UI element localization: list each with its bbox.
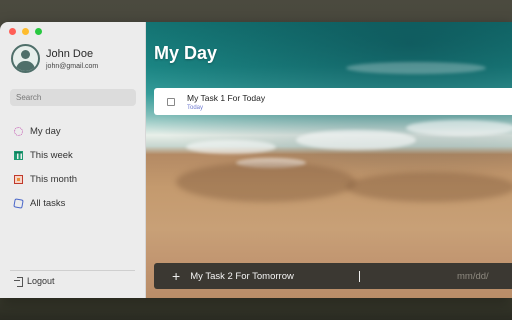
maximize-window-button[interactable] <box>35 28 42 35</box>
calendar-grid-icon <box>14 150 23 160</box>
sidebar-item-label: My day <box>30 125 61 137</box>
sidebar-item-label: This month <box>30 173 77 185</box>
due-date-input[interactable] <box>457 270 512 282</box>
sidebar-item-label: This week <box>30 149 73 161</box>
user-email: john@gmail.com <box>46 62 99 70</box>
tasks-icon <box>13 197 24 209</box>
task-complete-checkbox[interactable] <box>167 97 175 106</box>
minimize-window-button[interactable] <box>22 28 29 35</box>
close-window-button[interactable] <box>9 28 16 35</box>
sidebar-item-label: All tasks <box>30 197 66 209</box>
search-input[interactable] <box>10 89 136 106</box>
background-image <box>186 140 276 154</box>
sun-icon <box>14 126 23 136</box>
sidebar-item-this-month[interactable]: This month <box>14 167 77 191</box>
sidebar: John Doe john@gmail.com My day This week… <box>0 22 146 298</box>
user-avatar-icon <box>11 44 40 73</box>
calendar-month-icon <box>14 174 23 184</box>
task-item[interactable]: My Task 1 For Today Today <box>154 88 512 115</box>
sidebar-item-this-week[interactable]: This week <box>14 143 77 167</box>
new-task-input[interactable] <box>190 270 361 282</box>
logout-icon <box>14 277 23 287</box>
logout-button[interactable]: Logout <box>14 276 55 287</box>
main-pane: My Day My Task 1 For Today Today + <box>146 22 512 298</box>
task-title: My Task 1 For Today <box>187 92 266 103</box>
sidebar-item-all-tasks[interactable]: All tasks <box>13 191 77 215</box>
add-task-bar: + <box>154 263 512 289</box>
sidebar-divider <box>10 270 135 271</box>
user-profile: John Doe john@gmail.com <box>11 44 98 73</box>
logout-label: Logout <box>27 276 55 286</box>
app-window: John Doe john@gmail.com My day This week… <box>0 22 512 298</box>
user-name: John Doe <box>46 47 94 60</box>
plus-icon[interactable]: + <box>172 269 180 283</box>
page-title: My Day <box>154 43 218 63</box>
sidebar-item-my-day[interactable]: My day <box>14 119 77 143</box>
window-controls <box>9 28 42 35</box>
task-due-label: Today <box>187 104 204 111</box>
sidebar-nav: My day This week This month All tasks <box>13 119 77 215</box>
